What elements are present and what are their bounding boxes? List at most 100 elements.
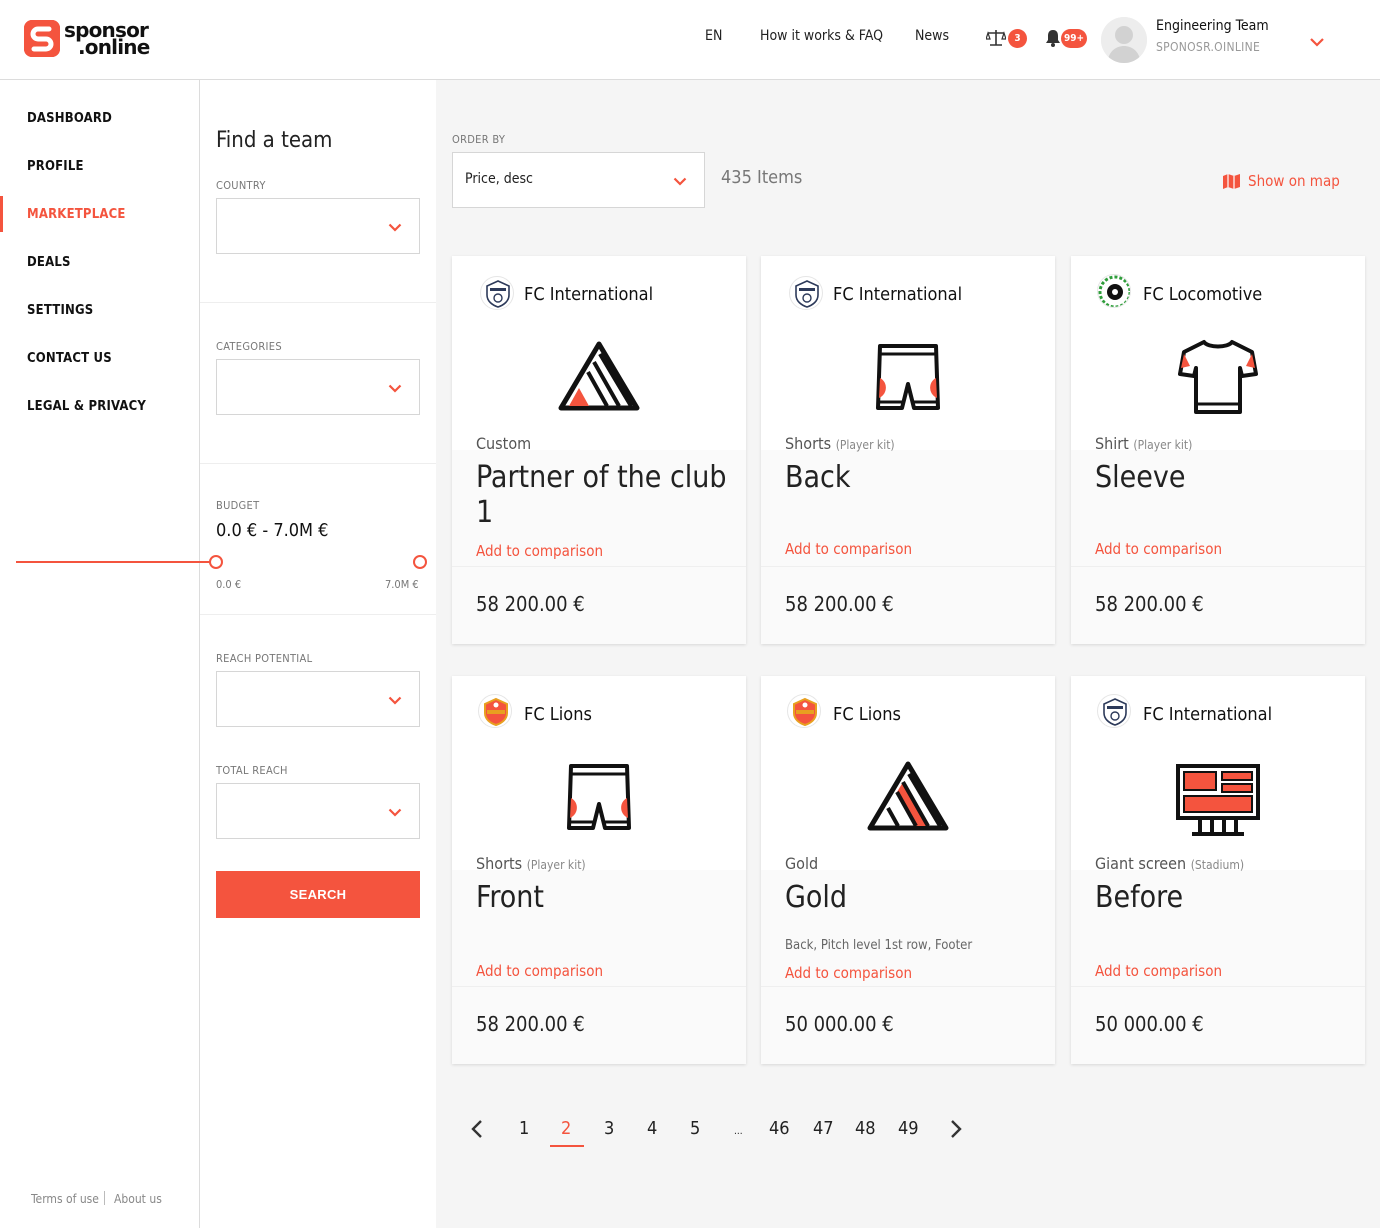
next-page-icon[interactable] [949, 1119, 963, 1143]
sidebar [0, 80, 200, 1228]
add-to-comparison-link[interactable]: Add to comparison [476, 962, 603, 980]
divider [200, 463, 436, 464]
page-link[interactable]: 49 [898, 1118, 919, 1139]
about-us-link[interactable]: About us [114, 1192, 162, 1206]
bell-icon[interactable] [1045, 29, 1061, 51]
chevron-down-icon [673, 177, 687, 186]
page-link[interactable]: 3 [604, 1118, 614, 1139]
terms-of-use-link[interactable]: Terms of use [31, 1192, 99, 1206]
listing-card[interactable]: FC International Giant screen (Stadium) … [1071, 676, 1365, 1064]
current-page-underline [550, 1145, 584, 1147]
add-to-comparison-link[interactable]: Add to comparison [476, 542, 603, 560]
item-title: Sleeve [1095, 460, 1186, 495]
compare-count-badge: 3 [1008, 29, 1027, 48]
team-logo-lions [478, 694, 512, 728]
brand-logo[interactable]: sponsor .online [24, 20, 150, 57]
sidebar-item-marketplace[interactable]: MARKETPLACE [27, 207, 126, 222]
giant-screen-icon [1176, 764, 1260, 836]
listing-card[interactable]: FC Lions Gold Gold Back, Pitch level 1st… [761, 676, 1055, 1064]
top-header: sponsor .online EN How it works & FAQ Ne… [0, 0, 1380, 80]
total-reach-select[interactable] [216, 783, 420, 839]
sidebar-item-profile[interactable]: PROFILE [27, 159, 84, 174]
user-avatar[interactable] [1101, 17, 1147, 63]
budget-max-handle[interactable] [413, 555, 427, 569]
order-by-select[interactable]: Price, desc [452, 152, 705, 208]
team-logo-international [480, 276, 514, 310]
add-to-comparison-link[interactable]: Add to comparison [1095, 540, 1222, 558]
sidebar-item-legal-privacy[interactable]: LEGAL & PRIVACY [27, 399, 146, 414]
search-button[interactable]: SEARCH [216, 871, 420, 918]
item-title: Partner of the club 1 [476, 460, 727, 530]
team-name: FC Lions [833, 704, 901, 725]
category-name: Gold [785, 854, 819, 873]
page-ellipsis: ... [734, 1126, 743, 1137]
news-link[interactable]: News [915, 28, 949, 44]
budget-min-handle[interactable] [209, 555, 223, 569]
add-to-comparison-link[interactable]: Add to comparison [785, 540, 912, 558]
listing-card[interactable]: FC Locomotive Shirt (Player kit) Sleeve … [1071, 256, 1365, 644]
item-category: Gold [785, 854, 818, 873]
item-price: 50 000.00 € [785, 1012, 894, 1036]
team-logo-international [789, 276, 823, 310]
team-logo-lions [787, 694, 821, 728]
user-menu-chevron-icon[interactable] [1309, 32, 1325, 51]
language-switch[interactable]: EN [705, 28, 722, 44]
sidebar-item-contact-us[interactable]: CONTACT US [27, 351, 112, 366]
item-title: Gold [785, 880, 848, 915]
shorts-icon [876, 344, 940, 410]
budget-range-track [16, 561, 220, 563]
listing-card[interactable]: FC International Shorts (Player kit) Bac… [761, 256, 1055, 644]
sidebar-item-settings[interactable]: SETTINGS [27, 303, 93, 318]
page-link[interactable]: 48 [855, 1118, 876, 1139]
item-price: 58 200.00 € [476, 1012, 585, 1036]
budget-min-label: 0.0 € [216, 578, 242, 591]
user-name: Engineering Team [1156, 18, 1269, 34]
item-price: 58 200.00 € [785, 592, 894, 616]
brand-wordmark: sponsor .online [64, 20, 150, 57]
order-by-label: ORDER BY [452, 133, 506, 146]
sidebar-item-deals[interactable]: DEALS [27, 255, 71, 270]
page-link[interactable]: 47 [813, 1118, 834, 1139]
listing-card[interactable]: FC Lions Shorts (Player kit) Front Add t… [452, 676, 746, 1064]
add-to-comparison-link[interactable]: Add to comparison [785, 964, 912, 982]
country-select[interactable] [216, 198, 420, 254]
category-name: Shirt [1095, 434, 1129, 453]
category-context: (Player kit) [835, 438, 895, 452]
category-context: (Player kit) [526, 858, 586, 872]
page-link[interactable]: 46 [769, 1118, 790, 1139]
item-category: Custom [476, 434, 531, 453]
page-link[interactable]: 5 [690, 1118, 700, 1139]
show-on-map-link[interactable]: Show on map [1222, 172, 1340, 190]
triangle-icon [867, 761, 949, 831]
item-category: Shorts (Player kit) [785, 434, 895, 453]
country-label: COUNTRY [216, 179, 266, 192]
categories-select[interactable] [216, 359, 420, 415]
category-name: Shorts [785, 434, 832, 453]
divider [200, 614, 436, 615]
team-logo-locomotive [1097, 274, 1131, 308]
category-name: Giant screen [1095, 854, 1187, 873]
item-price: 58 200.00 € [476, 592, 585, 616]
faq-link[interactable]: How it works & FAQ [760, 28, 883, 44]
chevron-down-icon [388, 808, 402, 817]
item-category: Shorts (Player kit) [476, 854, 586, 873]
page-link[interactable]: 4 [647, 1118, 657, 1139]
logo-s-icon [24, 20, 60, 57]
item-category: Shirt (Player kit) [1095, 434, 1192, 453]
triangle-icon [558, 341, 640, 411]
team-name: FC International [833, 284, 963, 305]
previous-page-icon[interactable] [470, 1119, 484, 1143]
order-by-value: Price, desc [465, 171, 533, 187]
sidebar-item-dashboard[interactable]: DASHBOARD [27, 111, 112, 126]
sidebar-active-marker [0, 196, 3, 232]
page-link-current[interactable]: 2 [561, 1118, 571, 1139]
listing-card[interactable]: FC International Custom Partner of the c… [452, 256, 746, 644]
compare-icon[interactable] [985, 29, 1007, 51]
page-link[interactable]: 1 [519, 1118, 529, 1139]
filter-panel: Find a team COUNTRY CATEGORIES BUDGET 0.… [200, 80, 436, 1228]
items-count: 435 Items [721, 167, 803, 188]
item-title: Back [785, 460, 851, 495]
reach-potential-select[interactable] [216, 671, 420, 727]
add-to-comparison-link[interactable]: Add to comparison [1095, 962, 1222, 980]
team-name: FC Lions [524, 704, 592, 725]
